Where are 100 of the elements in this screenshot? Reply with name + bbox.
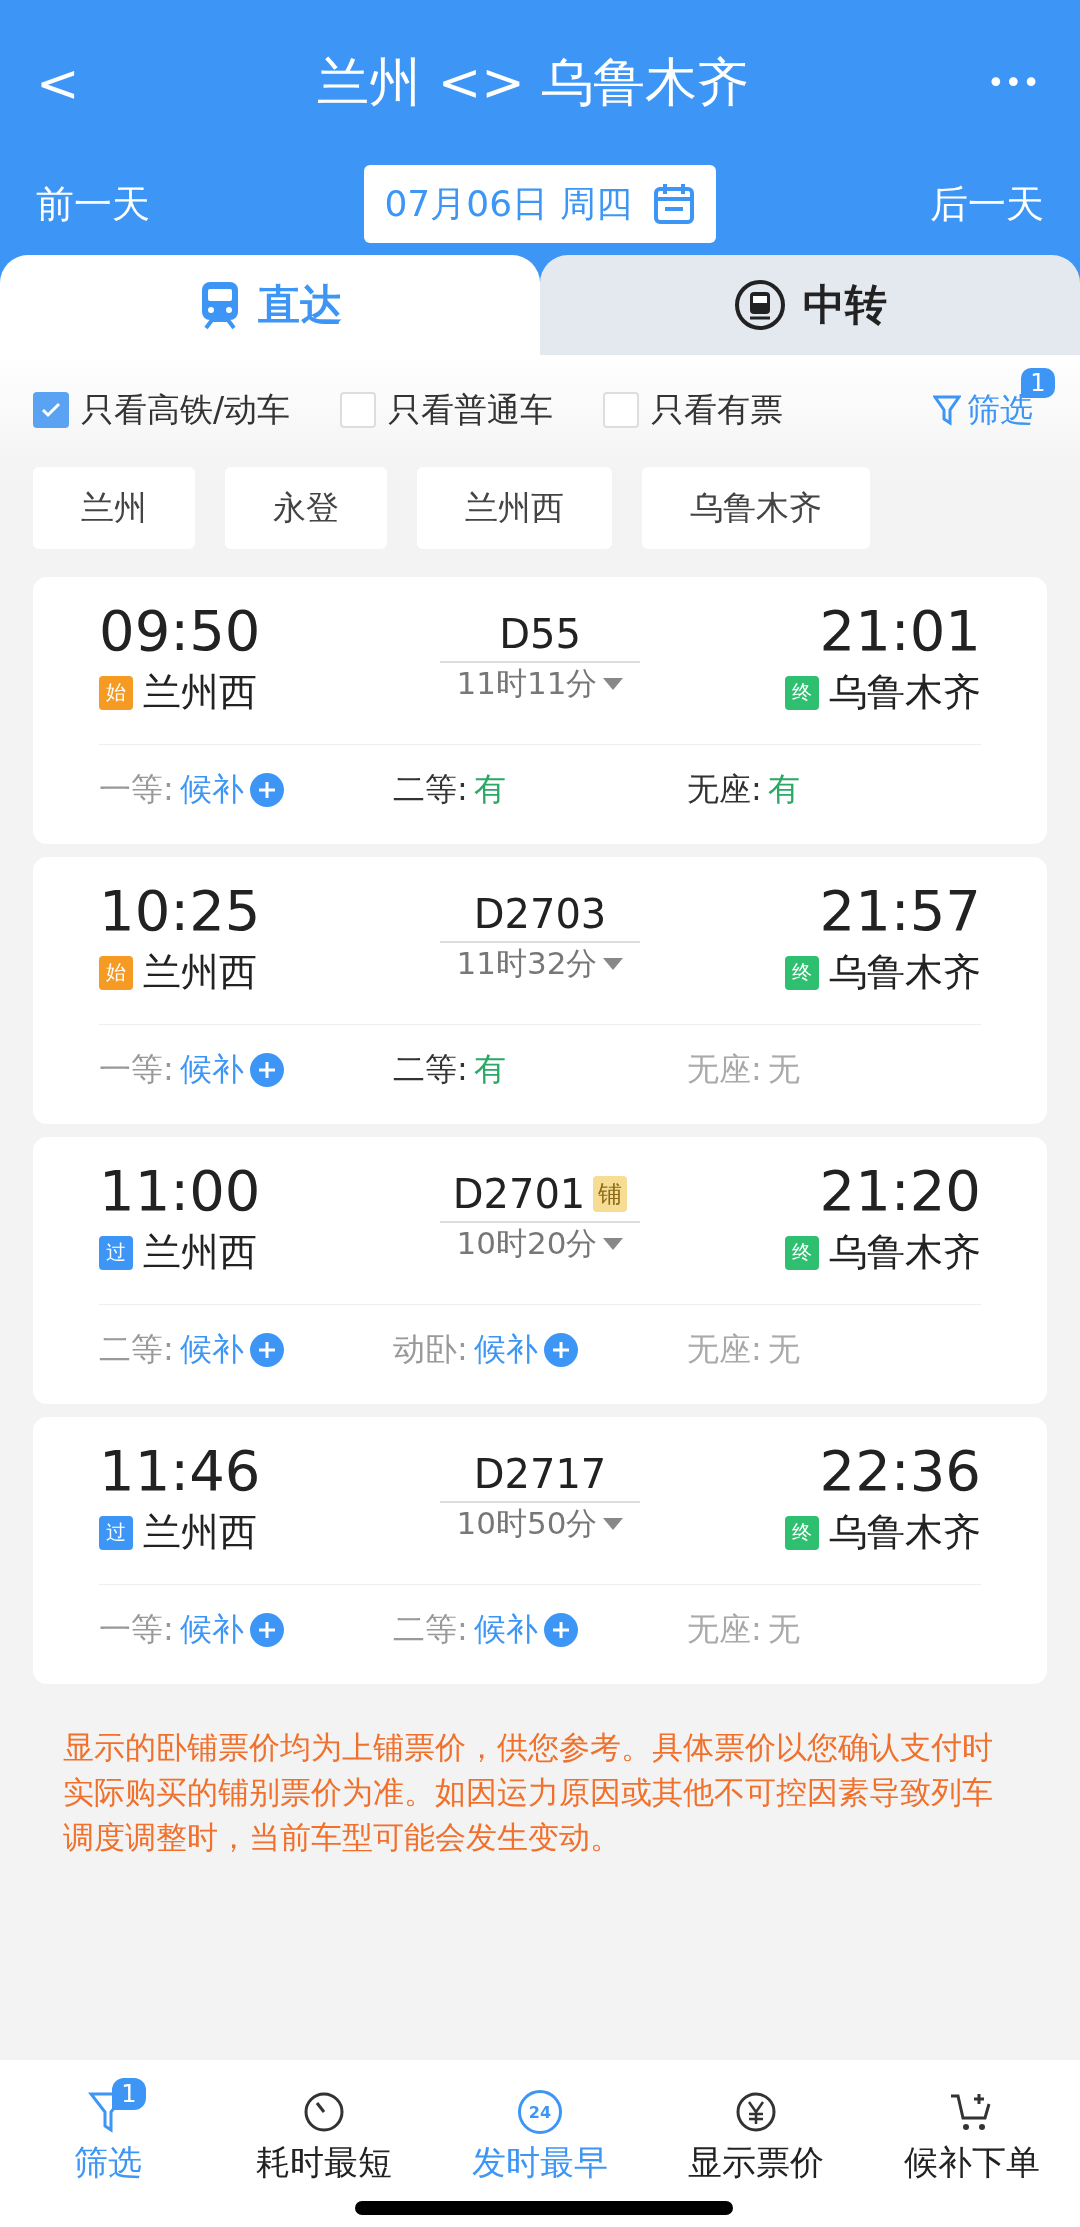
- station-chip[interactable]: 兰州: [33, 467, 195, 549]
- plus-icon[interactable]: [249, 1612, 284, 1647]
- seat-class: 一等:: [99, 768, 174, 810]
- station-chip[interactable]: 兰州西: [417, 467, 612, 549]
- tab[interactable]: 直达: [0, 255, 540, 355]
- berth-tag: 铺: [593, 1176, 628, 1212]
- checkbox[interactable]: [603, 392, 640, 428]
- seat-class: 二等:: [393, 768, 468, 810]
- bottom-tab[interactable]: 候补下单: [904, 2090, 1040, 2190]
- station-tag: 过: [99, 1235, 133, 1270]
- seat-status: 有: [473, 1048, 506, 1090]
- checkbox[interactable]: [33, 392, 69, 428]
- checkbox[interactable]: [340, 392, 377, 428]
- departure-time: 11:00: [99, 1159, 261, 1223]
- checkbox-label: 只看普通车: [388, 388, 554, 431]
- seat-status[interactable]: 候补: [179, 1327, 244, 1372]
- station-tag: 始: [99, 675, 133, 710]
- checkbox-label: 只看有票: [651, 388, 784, 431]
- yuan-icon: [734, 2090, 778, 2134]
- count-badge: 1: [112, 2078, 146, 2110]
- seat-status: 无: [767, 1048, 800, 1090]
- station-name: 乌鲁木齐: [829, 1229, 981, 1276]
- duration-button[interactable]: 11时11分: [456, 663, 624, 705]
- seat-class: 二等:: [393, 1608, 468, 1650]
- station-name: 兰州西: [143, 1509, 257, 1556]
- seat-status[interactable]: 候补: [179, 1047, 244, 1092]
- checkbox-label: 只看高铁/动车: [81, 388, 291, 431]
- seat-status: 无: [767, 1328, 800, 1370]
- arrival-time: 21:01: [819, 599, 981, 663]
- departure-time: 10:25: [99, 879, 261, 943]
- train-number: D2701: [452, 1171, 586, 1217]
- station-name: 乌鲁木齐: [829, 1509, 981, 1556]
- bottom-tab[interactable]: 显示票价: [688, 2090, 824, 2190]
- station-tag: 终: [785, 1515, 819, 1550]
- seat-class: 一等:: [99, 1048, 174, 1090]
- seat-status[interactable]: 候补: [179, 767, 244, 812]
- plus-icon[interactable]: [249, 1052, 284, 1087]
- filter-icon: [933, 394, 961, 426]
- station-name: 乌鲁木齐: [829, 669, 981, 716]
- plus-icon[interactable]: [543, 1332, 578, 1367]
- train-card[interactable]: 09:50 始 兰州西 D55 11时11分 21:01 终 乌鲁木齐 一等: 候补 二等: 有 无座: 有: [33, 577, 1047, 844]
- station-chip[interactable]: 乌鲁木齐: [642, 467, 870, 549]
- train-number: D2717: [473, 1451, 607, 1497]
- station-tag: 始: [99, 955, 133, 990]
- train-card[interactable]: 11:46 过 兰州西 D2717 10时50分 22:36 终 乌鲁木齐 一等: 候补 二等: 候补 无座: 无: [33, 1417, 1047, 1684]
- tab[interactable]: 中转: [540, 255, 1080, 355]
- notice-text: 显示的卧铺票价均为上铺票价，供您参考。具体票价以您确认支付时实际购买的铺别票价为准。如因运力原因或其他不可控因素导致列车调度调整时，当前车型可能会发生变动。: [62, 1728, 994, 1857]
- arrival-time: 22:36: [819, 1439, 981, 1503]
- station-tag: 过: [99, 1515, 133, 1550]
- route-title: 兰州 <> 乌鲁木齐: [317, 50, 750, 114]
- bottom-tab[interactable]: 耗时最短: [256, 2090, 392, 2190]
- departure-time: 09:50: [99, 599, 261, 663]
- previous-day-button[interactable]: 前一天: [36, 179, 150, 230]
- calendar-icon: [651, 182, 696, 226]
- caret-icon: [603, 1518, 624, 1530]
- seat-class: 动卧:: [393, 1328, 468, 1370]
- caret-icon: [603, 1238, 624, 1250]
- transfer-icon: [733, 278, 787, 332]
- seat-status: 无: [767, 1608, 800, 1650]
- departure-time: 11:46: [99, 1439, 261, 1503]
- seat-class: 二等:: [393, 1048, 468, 1090]
- seat-class: 无座:: [687, 768, 762, 810]
- arrival-time: 21:57: [819, 879, 981, 943]
- seat-status[interactable]: 候补: [473, 1607, 538, 1652]
- train-card[interactable]: 10:25 始 兰州西 D2703 11时32分 21:57 终 乌鲁木齐 一等: 候补 二等: 有 无座: 无: [33, 857, 1047, 1124]
- plus-icon[interactable]: [249, 1332, 284, 1367]
- count-badge: 1: [1021, 367, 1055, 398]
- duration-button[interactable]: 10时20分: [456, 1223, 624, 1265]
- seat-class: 无座:: [687, 1328, 762, 1370]
- duration-button[interactable]: 11时32分: [456, 943, 624, 985]
- caret-icon: [603, 958, 624, 970]
- duration-button[interactable]: 10时50分: [456, 1503, 624, 1545]
- bottom-tab[interactable]: 24 发时最早: [472, 2090, 608, 2190]
- seat-status: 有: [767, 768, 800, 810]
- train-number: D55: [499, 611, 581, 657]
- date-picker[interactable]: 07月06日 周四: [364, 165, 716, 243]
- seat-status: 有: [473, 768, 506, 810]
- train-card[interactable]: 11:00 过 兰州西 D2701 铺 10时20分 21:20 终 乌鲁木齐 二等: 候补 动卧: 候补 无座: 无: [33, 1137, 1047, 1404]
- seat-class: 无座:: [687, 1048, 762, 1090]
- seat-class: 一等:: [99, 1608, 174, 1650]
- timer-icon: [302, 2090, 346, 2134]
- station-name: 兰州西: [143, 949, 257, 996]
- caret-icon: [603, 678, 624, 690]
- seat-status[interactable]: 候补: [179, 1607, 244, 1652]
- station-chip[interactable]: 永登: [225, 467, 387, 549]
- station-name: 兰州西: [143, 669, 257, 716]
- next-day-button[interactable]: 后一天: [930, 179, 1044, 230]
- station-name: 兰州西: [143, 1229, 257, 1276]
- plus-icon[interactable]: [543, 1612, 578, 1647]
- clock-icon: 24: [518, 2090, 562, 2134]
- back-button[interactable]: <: [36, 52, 80, 113]
- station-tag: 终: [785, 675, 819, 710]
- more-button[interactable]: •••: [986, 65, 1040, 100]
- seat-status[interactable]: 候补: [473, 1327, 538, 1372]
- station-name: 乌鲁木齐: [829, 949, 981, 996]
- arrival-time: 21:20: [819, 1159, 981, 1223]
- plus-icon[interactable]: [249, 772, 284, 807]
- station-tag: 终: [785, 1235, 819, 1270]
- seat-class: 二等:: [99, 1328, 174, 1370]
- train-number: D2703: [473, 891, 607, 937]
